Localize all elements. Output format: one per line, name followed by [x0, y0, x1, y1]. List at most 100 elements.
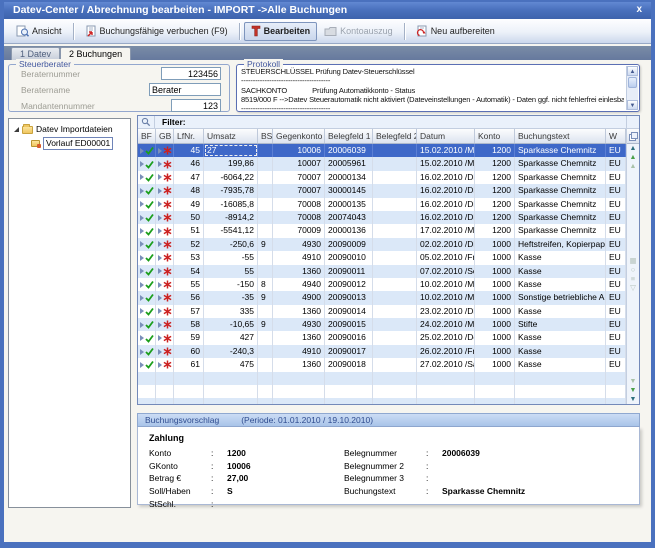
- mandantennummer-field[interactable]: [171, 99, 221, 112]
- cell-konto: 1000: [475, 238, 515, 251]
- scroll-up-icon[interactable]: ▲: [627, 66, 638, 76]
- cell-w: EU: [606, 318, 626, 331]
- buchung-row-53[interactable]: 53-5549102009001005.02.2010 /Fr1000Kasse…: [138, 251, 626, 264]
- empty-cell: [138, 398, 156, 404]
- cell-umsatz: 335: [204, 305, 258, 318]
- buchung-row-54[interactable]: 545513602009001107.02.2010 /So1000KasseE…: [138, 265, 626, 278]
- close-icon[interactable]: x: [636, 2, 642, 19]
- buchung-row-51[interactable]: 51-5541,12700092000013617.02.2010 /Mi120…: [138, 224, 626, 237]
- column-header-konto[interactable]: Konto: [475, 129, 515, 143]
- column-header-gegenkonto[interactable]: Gegenkonto: [273, 129, 325, 143]
- buchung-row-50[interactable]: 50-8914,2700082007404316.02.2010 /Di1200…: [138, 211, 626, 224]
- beraternummer-field[interactable]: [161, 67, 221, 80]
- cell-lfnr: 56: [174, 291, 204, 304]
- buchungsfaehig-icon: [138, 318, 156, 331]
- column-header-datum[interactable]: Datum: [417, 129, 475, 143]
- buchung-row-46[interactable]: 46199,86100072000596115.02.2010 /Mo1200S…: [138, 157, 626, 170]
- buchung-row-58[interactable]: 58-10,65949302009001524.02.2010 /Mi1000S…: [138, 318, 626, 331]
- column-header-belegfeld1[interactable]: Belegfeld 1: [325, 129, 373, 143]
- umsatz-edit-cell[interactable]: 27: [204, 144, 258, 157]
- neu-aufbereiten-button[interactable]: Neu aufbereiten: [409, 22, 502, 41]
- gebucht-icon: [156, 358, 174, 371]
- gebucht-icon: [156, 345, 174, 358]
- buchung-row-57[interactable]: 5733513602009001423.02.2010 /Di1000Kasse…: [138, 305, 626, 318]
- cell-buchungstext: Sonstige betriebliche Aufwendu: [515, 291, 606, 304]
- ansicht-button[interactable]: Ansicht: [9, 22, 69, 41]
- filter-funnel-icon[interactable]: ▽: [630, 283, 636, 292]
- cell-datum: 10.02.2010 /Mi: [417, 278, 475, 291]
- buchung-row-52[interactable]: 52-250,6949302009000902.02.2010 /Di1000H…: [138, 238, 626, 251]
- empty-grid-row[interactable]: [138, 385, 626, 398]
- cell-datum: 24.02.2010 /Mi: [417, 318, 475, 331]
- buchungsfaehig-icon: [138, 224, 156, 237]
- cell-umsatz: -150: [204, 278, 258, 291]
- gebucht-icon: [156, 238, 174, 251]
- vorschlag-left-label: Betrag €: [149, 473, 211, 483]
- verbuchen-button[interactable]: Buchungsfähige verbuchen (F9): [78, 22, 235, 41]
- grid-filter-row[interactable]: Filter:: [138, 116, 626, 129]
- filter-magnifier-icon[interactable]: [138, 116, 155, 128]
- bearbeiten-button[interactable]: Bearbeiten: [244, 22, 318, 41]
- cell-konto: 1200: [475, 211, 515, 224]
- sum-icon[interactable]: ≡: [631, 274, 635, 283]
- protokoll-scrollbar[interactable]: ▲ ▼: [626, 66, 638, 110]
- buchung-row-59[interactable]: 5942713602009001625.02.2010 /Do1000Kasse…: [138, 331, 626, 344]
- tree-expand-icon[interactable]: [14, 127, 19, 132]
- buchung-row-60[interactable]: 60-240,349102009001726.02.2010 /Fr1000Ka…: [138, 345, 626, 358]
- column-chooser-icon[interactable]: [627, 129, 639, 144]
- cell-belegfeld2: [373, 278, 417, 291]
- column-header-bf[interactable]: BF: [138, 129, 156, 143]
- empty-grid-row[interactable]: [138, 398, 626, 404]
- scroll-next-icon[interactable]: ▼: [630, 386, 637, 395]
- buchung-row-55[interactable]: 55-150849402009001210.02.2010 /Mi1000Kas…: [138, 278, 626, 291]
- cell-buchungstext: Sparkasse Chemnitz: [515, 144, 606, 157]
- cell-gegenkonto: 1360: [273, 265, 325, 278]
- beratername-field[interactable]: [149, 83, 221, 96]
- verbuchen-label: Buchungsfähige verbuchen (F9): [100, 26, 228, 36]
- cell-buchungstext: Sparkasse Chemnitz: [515, 157, 606, 170]
- column-header-w[interactable]: W: [606, 129, 626, 143]
- empty-cell: [174, 385, 204, 398]
- vorschlag-right-value: Sparkasse Chemnitz: [442, 486, 525, 496]
- tree-node-vorlauf[interactable]: Vorlauf ED00001: [31, 137, 130, 150]
- cell-buchungstext: Kasse: [515, 358, 606, 371]
- tree-node-importdateien[interactable]: Datev Importdateien: [14, 124, 130, 134]
- column-header-gb[interactable]: GB: [156, 129, 174, 143]
- column-header-lfnr[interactable]: LfNr.: [174, 129, 204, 143]
- column-header-bs[interactable]: BS: [258, 129, 273, 143]
- colon: :: [211, 461, 227, 471]
- buchung-row-48[interactable]: 48-7935,78700073000014516.02.2010 /Di120…: [138, 184, 626, 197]
- column-header-buchungstext[interactable]: Buchungstext: [515, 129, 606, 143]
- column-header-belegfeld2[interactable]: Belegfeld 2: [373, 129, 417, 143]
- cell-buchungstext: Kasse: [515, 265, 606, 278]
- cell-buchungstext: Sparkasse Chemnitz: [515, 198, 606, 211]
- buchung-row-56[interactable]: 56-35949002009001310.02.2010 /Mi1000Sons…: [138, 291, 626, 304]
- buchung-row-47[interactable]: 47-6064,22700072000013416.02.2010 /Di120…: [138, 171, 626, 184]
- scroll-prev-icon[interactable]: ▲: [630, 153, 637, 162]
- scroll-page-up-icon[interactable]: ▲: [630, 162, 637, 171]
- empty-cell: [204, 372, 258, 385]
- cell-buchungstext: Sparkasse Chemnitz: [515, 211, 606, 224]
- cell-belegfeld2: [373, 251, 417, 264]
- buchung-row-49[interactable]: 49-16085,8700082000013516.02.2010 /Di120…: [138, 198, 626, 211]
- cell-lfnr: 57: [174, 305, 204, 318]
- search-icon[interactable]: ○: [631, 265, 636, 274]
- calculator-icon[interactable]: ▦: [629, 256, 636, 265]
- buchung-row-45[interactable]: 4527100062000603915.02.2010 /Mo1200Spark…: [138, 144, 626, 157]
- cell-konto: 1200: [475, 157, 515, 170]
- buchung-row-61[interactable]: 6147513602009001827.02.2010 /Sa1000Kasse…: [138, 358, 626, 371]
- vorschlag-left-label: GKonto: [149, 461, 211, 471]
- buchungsvorschlag-header: Buchungsvorschlag (Periode: 01.01.2010 /…: [137, 413, 640, 427]
- scroll-page-down-icon[interactable]: ▼: [630, 377, 637, 386]
- buchungsfaehig-icon: [138, 211, 156, 224]
- grid-header-row[interactable]: BFGBLfNr.UmsatzBSGegenkontoBelegfeld 1Be…: [138, 129, 626, 144]
- scroll-last-icon[interactable]: ▼: [630, 395, 637, 404]
- scrollbar-thumb[interactable]: [628, 77, 637, 88]
- gebucht-icon: [156, 265, 174, 278]
- scroll-first-icon[interactable]: ▲: [630, 144, 637, 153]
- scroll-down-icon[interactable]: ▼: [627, 100, 638, 110]
- cell-umsatz: -240,3: [204, 345, 258, 358]
- column-header-umsatz[interactable]: Umsatz: [204, 129, 258, 143]
- datev-window: Datev-Center / Abrechnung bearbeiten - I…: [0, 0, 655, 548]
- empty-grid-row[interactable]: [138, 372, 626, 385]
